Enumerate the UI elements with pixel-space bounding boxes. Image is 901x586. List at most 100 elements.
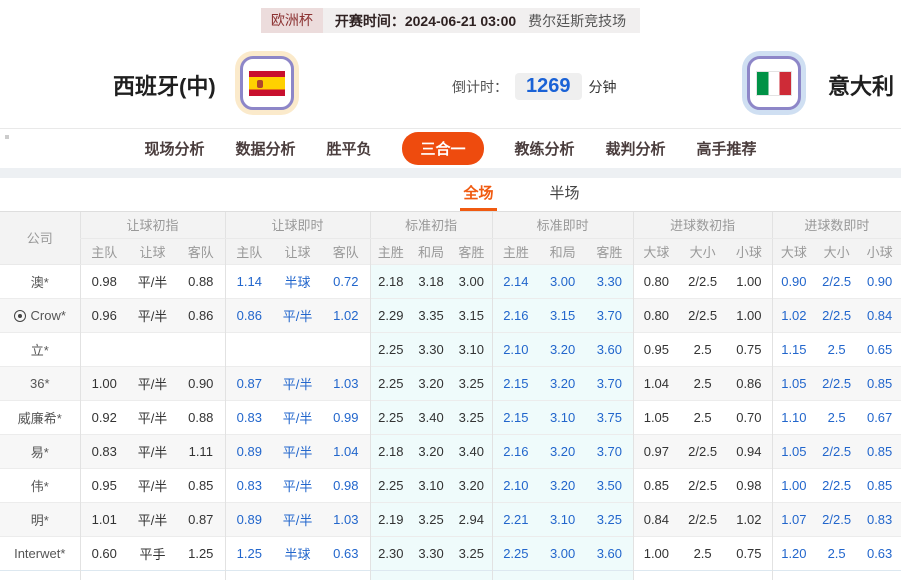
odds-cell: 0.72	[322, 264, 370, 298]
tab-win-draw-lose[interactable]: 胜平负	[326, 136, 371, 161]
odds-cell: 3.60	[586, 536, 633, 570]
away-team-name: 意大利	[828, 69, 894, 101]
odds-cell: 3.20	[539, 332, 586, 366]
odds-cell: 0.99	[322, 400, 370, 434]
odds-cell: 0.92	[80, 400, 128, 434]
tab-live-analysis[interactable]: 现场分析	[144, 136, 204, 161]
col-sub-header: 大球	[633, 238, 679, 264]
odds-cell: 3.70	[586, 434, 633, 468]
odds-cell: 2/2.5	[815, 502, 858, 536]
odds-cell	[370, 570, 411, 580]
odds-cell: 3.25	[411, 502, 451, 536]
odds-cell: 0.67	[858, 400, 901, 434]
odds-table-head: 公司让球初指让球即时标准初指标准即时进球数初指进球数即时主队让球客队主队让球客队…	[0, 212, 901, 264]
odds-cell: 2.10	[492, 332, 539, 366]
odds-cell: 1.03	[322, 366, 370, 400]
odds-cell: 0.83	[80, 434, 128, 468]
odds-cell	[128, 332, 177, 366]
odds-cell: 0.65	[858, 332, 901, 366]
odds-cell: 平/半	[273, 434, 322, 468]
odds-cell	[80, 332, 128, 366]
odds-cell: 2/2.5	[679, 434, 726, 468]
odds-cell: 0.85	[858, 468, 901, 502]
odds-cell: 0.87	[225, 366, 273, 400]
odds-cell: 0.86	[726, 366, 772, 400]
match-info-strip: 欧洲杯 开赛时间：2024-06-21 03:00 费尔廷斯竞技场	[0, 0, 901, 33]
tab-full-match[interactable]: 全场	[460, 174, 496, 211]
odds-cell: 0.98	[322, 468, 370, 502]
company-name: 明*	[0, 502, 80, 536]
tab-expert-picks[interactable]: 高手推荐	[697, 136, 757, 161]
countdown-unit: 分钟	[589, 77, 617, 97]
odds-cell: 1.15	[772, 332, 815, 366]
tab-referee-analysis[interactable]: 裁判分析	[606, 136, 666, 161]
odds-cell: 0.63	[322, 536, 370, 570]
countdown-label: 倒计时：	[452, 77, 508, 97]
tab-half-match[interactable]: 半场	[547, 174, 583, 211]
odds-cell: 3.15	[451, 298, 492, 332]
odds-cell	[772, 570, 815, 580]
odds-cell: 0.63	[858, 536, 901, 570]
company-name: 36*	[0, 366, 80, 400]
odds-cell: 平/半	[128, 366, 177, 400]
spain-flag-icon	[249, 71, 285, 96]
col-group-header: 标准即时	[492, 212, 633, 238]
odds-cell: 半球	[273, 264, 322, 298]
col-sub-header: 大小	[815, 238, 858, 264]
odds-cell: 平/半	[273, 366, 322, 400]
tab-three-in-one[interactable]: 三合一	[402, 132, 483, 165]
col-sub-header: 主队	[80, 238, 128, 264]
table-row: 澳*0.98平/半0.881.14半球0.722.183.183.002.143…	[0, 264, 901, 298]
company-name: 易*	[0, 434, 80, 468]
odds-cell: 2.30	[370, 536, 411, 570]
odds-cell: 2/2.5	[815, 298, 858, 332]
table-row: 立*2.253.303.102.103.203.600.952.50.751.1…	[0, 332, 901, 366]
col-sub-header: 客队	[322, 238, 370, 264]
odds-cell: 2.5	[679, 400, 726, 434]
odds-cell: 3.20	[539, 468, 586, 502]
odds-cell: 0.70	[726, 400, 772, 434]
odds-cell	[177, 570, 225, 580]
company-name: 伟*	[0, 468, 80, 502]
odds-cell: 0.90	[858, 264, 901, 298]
odds-cell: 2.15	[492, 400, 539, 434]
odds-table-body: 澳*0.98平/半0.881.14半球0.722.183.183.002.143…	[0, 264, 901, 580]
odds-cell: 0.75	[726, 536, 772, 570]
odds-cell: 1.00	[772, 468, 815, 502]
odds-cell: 1.05	[772, 434, 815, 468]
col-sub-header: 主胜	[492, 238, 539, 264]
odds-cell: 3.40	[451, 434, 492, 468]
italy-flag-icon	[756, 71, 792, 96]
tab-coach-analysis[interactable]: 教练分析	[515, 136, 575, 161]
odds-cell: 0.85	[858, 434, 901, 468]
odds-cell: 1.02	[322, 298, 370, 332]
odds-cell: 2.5	[815, 332, 858, 366]
table-row: 明*1.01平/半0.870.89平/半1.032.193.252.942.21…	[0, 502, 901, 536]
odds-cell: 平/半	[128, 468, 177, 502]
odds-cell: 1.25	[225, 536, 273, 570]
odds-cell: 3.25	[451, 366, 492, 400]
odds-cell	[411, 570, 451, 580]
teams-row: 西班牙(中) 倒计时： 1269 分钟 意大利	[0, 49, 901, 119]
table-row: 易*0.83平/半1.110.89平/半1.042.183.203.402.16…	[0, 434, 901, 468]
odds-cell: 0.85	[858, 366, 901, 400]
odds-cell: 2/2.5	[679, 502, 726, 536]
odds-cell: 0.88	[177, 264, 225, 298]
odds-cell: 0.97	[633, 434, 679, 468]
col-sub-header: 让球	[273, 238, 322, 264]
odds-cell: 3.20	[411, 434, 451, 468]
odds-cell: 1.11	[177, 434, 225, 468]
col-sub-header: 和局	[539, 238, 586, 264]
odds-cell: 1.00	[633, 536, 679, 570]
odds-cell: 3.10	[539, 502, 586, 536]
tab-data-analysis[interactable]: 数据分析	[235, 136, 295, 161]
odds-cell: 0.88	[177, 400, 225, 434]
odds-cell: 1.10	[772, 400, 815, 434]
odds-cell: 1.14	[225, 264, 273, 298]
league-badge: 欧洲杯	[261, 8, 323, 33]
odds-cell: 3.00	[539, 536, 586, 570]
table-row: 威廉希*0.92平/半0.880.83平/半0.992.253.403.252.…	[0, 400, 901, 434]
odds-cell	[679, 570, 726, 580]
odds-cell: 3.70	[586, 298, 633, 332]
company-name: 澳*	[0, 264, 80, 298]
